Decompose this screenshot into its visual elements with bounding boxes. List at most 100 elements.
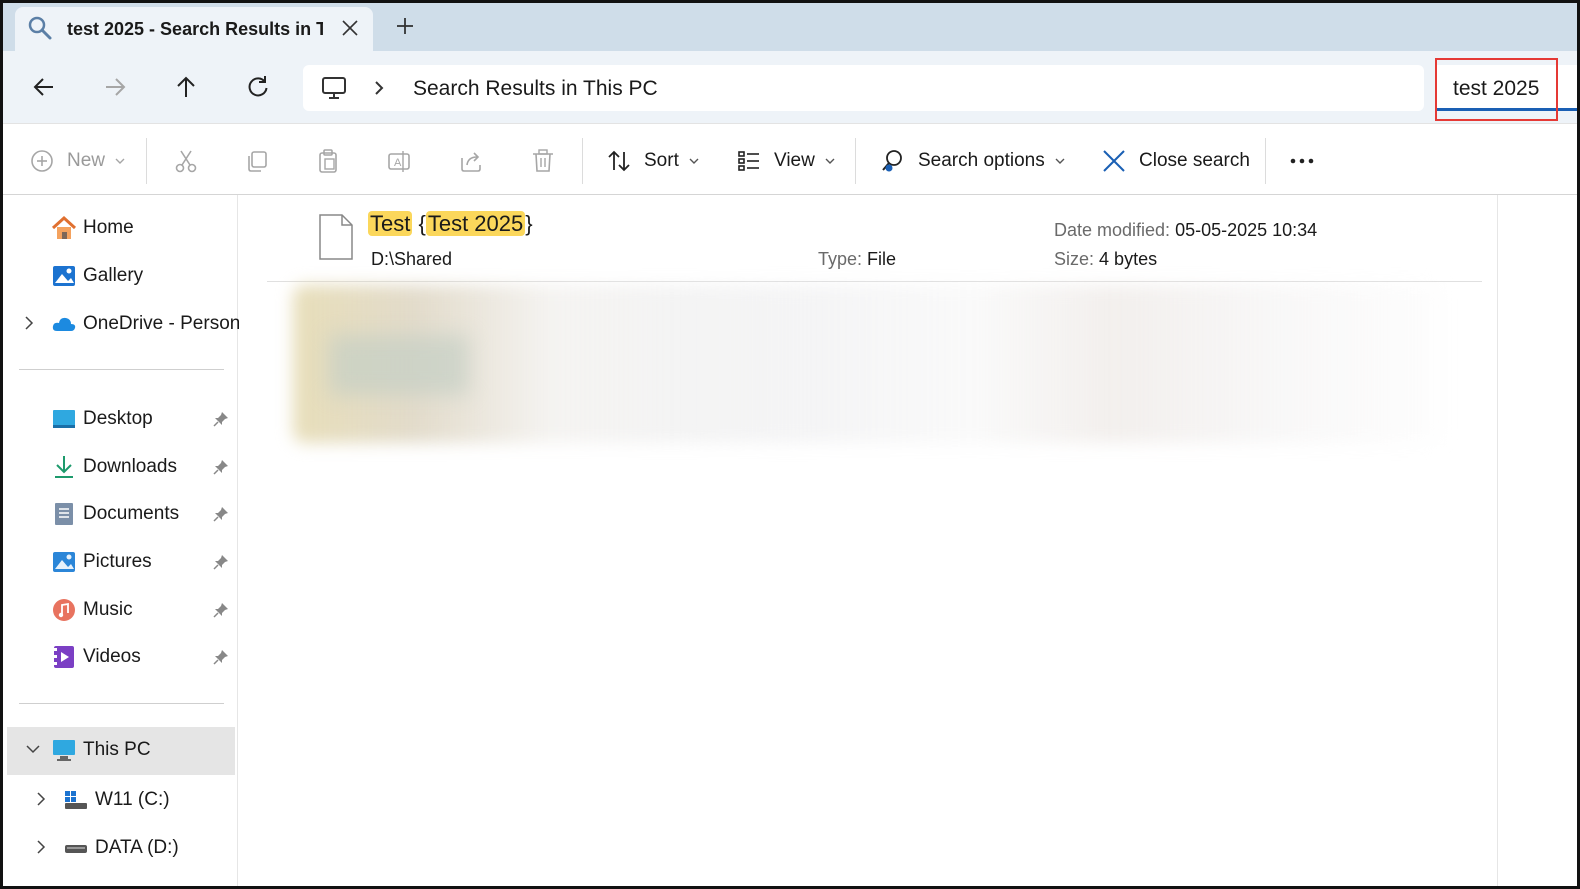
pin-icon[interactable] — [213, 602, 229, 618]
sidebar-item-home[interactable]: Home — [3, 205, 238, 249]
file-explorer-window: test 2025 - Search Results in This PC — [0, 0, 1580, 889]
sidebar-item-drive-c[interactable]: W11 (C:) — [3, 777, 238, 821]
sidebar-item-drive-d[interactable]: DATA (D:) — [3, 825, 238, 869]
sidebar-item-videos[interactable]: Videos — [3, 634, 238, 678]
more-icon — [1290, 158, 1314, 164]
size-key: Size: — [1054, 249, 1095, 269]
address-path: Search Results in This PC — [413, 77, 658, 100]
svg-text:A: A — [394, 157, 402, 169]
sidebar-item-downloads[interactable]: Downloads — [3, 444, 238, 488]
chevron-down-icon — [115, 158, 125, 164]
file-icon — [319, 214, 353, 260]
search-match-highlight: Test — [368, 211, 413, 236]
cut-button[interactable] — [173, 146, 199, 176]
search-results-pane: Test {Test 2025} D:\Shared Type: File Da… — [239, 195, 1497, 886]
new-tab-icon[interactable] — [394, 15, 416, 37]
gallery-icon — [53, 266, 75, 286]
pin-icon[interactable] — [213, 649, 229, 665]
chevron-right-icon[interactable] — [371, 78, 387, 98]
date-key: Date modified: — [1054, 220, 1171, 240]
type-value: File — [867, 249, 897, 269]
delete-button[interactable] — [530, 146, 556, 176]
title-bar: test 2025 - Search Results in This PC — [3, 3, 1577, 51]
sidebar-item-label: Documents — [83, 503, 180, 524]
brace-open: { — [418, 211, 426, 236]
back-arrow-icon[interactable] — [30, 73, 58, 101]
chevron-down-icon — [825, 158, 835, 164]
view-button[interactable]: View — [736, 146, 835, 176]
computer-icon — [322, 77, 346, 99]
sidebar-item-label: Gallery — [83, 265, 144, 286]
annotation-highlight-box — [1435, 58, 1558, 121]
sidebar-item-this-pc[interactable]: This PC — [7, 727, 235, 775]
search-icon — [28, 16, 52, 40]
close-search-label: Close search — [1139, 150, 1250, 171]
result-file-path: D:\Shared — [371, 249, 453, 269]
download-icon — [55, 456, 73, 478]
pin-icon[interactable] — [213, 554, 229, 570]
new-button[interactable]: New — [29, 146, 125, 176]
chevron-down-icon — [689, 158, 699, 164]
cloud-icon — [52, 317, 76, 331]
sidebar-item-documents[interactable]: Documents — [3, 491, 238, 535]
chevron-right-icon[interactable] — [33, 791, 49, 807]
size-value: 4 bytes — [1099, 249, 1158, 269]
drive-icon — [65, 845, 87, 853]
sidebar-item-label: W11 (C:) — [95, 789, 170, 810]
rename-icon: A — [388, 151, 410, 172]
chevron-down-icon[interactable] — [25, 741, 41, 757]
share-button[interactable] — [458, 146, 484, 176]
forward-arrow-icon[interactable] — [101, 73, 129, 101]
sidebar-item-desktop[interactable]: Desktop — [3, 396, 238, 440]
pin-icon[interactable] — [213, 506, 229, 522]
sidebar-item-label: Videos — [83, 646, 141, 667]
pictures-icon — [53, 552, 75, 572]
search-options-button[interactable]: Search options — [880, 146, 1065, 176]
type-key: Type: — [818, 249, 863, 269]
result-date-modified: Date modified: 05-05-2025 10:34 — [1054, 220, 1317, 241]
more-options-button[interactable] — [1289, 146, 1315, 176]
chevron-right-icon[interactable] — [33, 839, 49, 855]
document-icon — [55, 503, 73, 525]
new-label: New — [67, 150, 106, 171]
toolbar-divider — [582, 138, 583, 184]
close-search-button[interactable]: Close search — [1101, 146, 1250, 176]
sidebar-item-pictures[interactable]: Pictures — [3, 539, 238, 583]
navigation-pane: Home Gallery OneDrive - Persona Desktop — [3, 195, 251, 886]
result-file-name: Test {Test 2025} — [368, 211, 533, 237]
paste-button[interactable] — [315, 146, 341, 176]
result-size: Size: 4 bytes — [1054, 249, 1157, 270]
chevron-down-icon — [1055, 158, 1065, 164]
result-divider — [267, 281, 1482, 282]
sort-label: Sort — [644, 150, 679, 171]
sidebar-item-label: Desktop — [83, 408, 153, 429]
sidebar-divider — [19, 369, 224, 370]
sidebar-item-music[interactable]: Music — [3, 587, 238, 631]
refresh-icon[interactable] — [244, 73, 272, 101]
tab-title: test 2025 - Search Results in This PC — [67, 19, 323, 39]
sidebar-item-onedrive[interactable]: OneDrive - Persona — [3, 301, 251, 345]
scissors-icon — [175, 150, 197, 173]
tab-search-results[interactable]: test 2025 - Search Results in This PC — [15, 7, 373, 51]
date-value: 05-05-2025 10:34 — [1175, 220, 1318, 240]
view-label: View — [774, 150, 815, 171]
sidebar-item-label: Downloads — [83, 456, 177, 477]
this-pc-icon — [53, 740, 75, 761]
sidebar-item-label: OneDrive - Persona — [83, 313, 251, 334]
home-icon — [51, 215, 77, 239]
sort-icon — [608, 150, 630, 172]
address-bar[interactable]: Search Results in This PC — [303, 65, 1424, 111]
up-arrow-icon[interactable] — [172, 73, 200, 101]
close-icon[interactable] — [339, 17, 361, 39]
command-bar: New A Sort View Search options Close sea… — [3, 123, 1577, 195]
rename-button[interactable]: A — [386, 146, 412, 176]
sidebar-item-gallery[interactable]: Gallery — [3, 253, 238, 297]
pin-icon[interactable] — [213, 411, 229, 427]
chevron-right-icon[interactable] — [21, 315, 37, 331]
sort-button[interactable]: Sort — [606, 146, 699, 176]
copy-button[interactable] — [244, 146, 270, 176]
music-icon — [53, 599, 75, 621]
pin-icon[interactable] — [213, 459, 229, 475]
toolbar-divider — [855, 138, 856, 184]
share-icon — [461, 152, 481, 172]
